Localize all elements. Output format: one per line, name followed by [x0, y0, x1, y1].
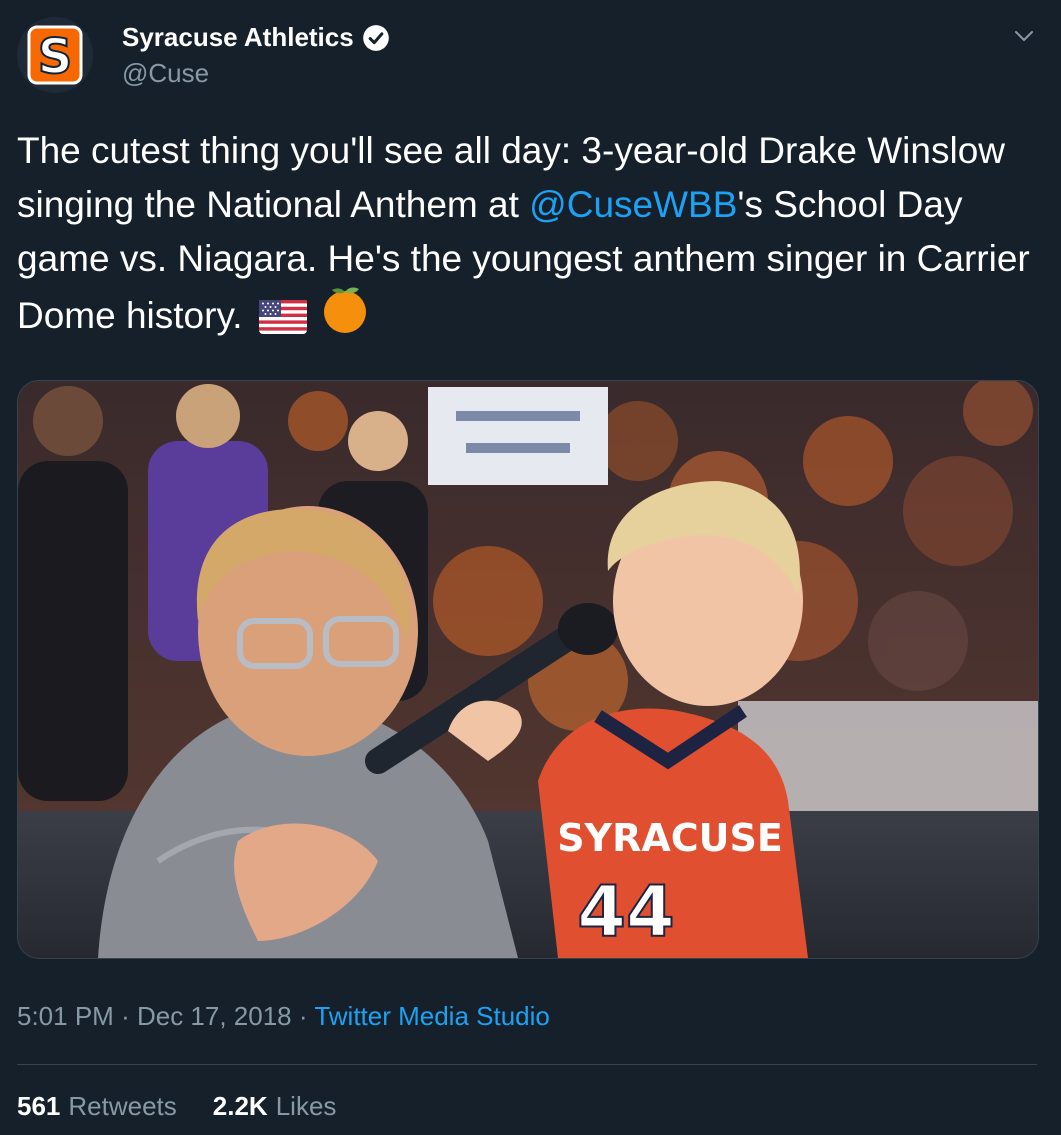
- chevron-down-icon[interactable]: [1012, 24, 1036, 48]
- divider: [17, 1064, 1037, 1065]
- video-thumbnail: SYRACUSE 44: [18, 381, 1038, 958]
- tweet-time[interactable]: 5:01 PM: [17, 1001, 114, 1031]
- likes-count: 2.2K: [212, 1091, 268, 1121]
- tweet-date[interactable]: Dec 17, 2018: [137, 1001, 292, 1031]
- us-flag-emoji-icon: [258, 300, 307, 334]
- retweets-label: Retweets: [68, 1091, 177, 1121]
- likes-label: Likes: [275, 1091, 337, 1121]
- syracuse-logo-icon: S: [17, 17, 93, 93]
- author-name-row: Syracuse Athletics: [122, 22, 390, 53]
- author-handle[interactable]: @Cuse: [122, 58, 209, 89]
- tweet-stats: 561 Retweets 2.2K Likes: [17, 1091, 336, 1122]
- tweet-meta: 5:01 PM · Dec 17, 2018 · Twitter Media S…: [17, 1001, 550, 1032]
- svg-text:S: S: [38, 29, 73, 85]
- retweets-count: 561: [17, 1091, 61, 1121]
- author-name[interactable]: Syracuse Athletics: [122, 22, 354, 53]
- avatar[interactable]: S: [17, 17, 93, 93]
- verified-badge-icon: [362, 24, 389, 51]
- tweet-card: S Syracuse Athletics @Cuse The cutest th…: [0, 0, 1061, 1135]
- jersey-number: 44: [577, 871, 674, 953]
- tweet-source-link[interactable]: Twitter Media Studio: [314, 1001, 550, 1031]
- tweet-text: The cutest thing you'll see all day: 3-y…: [17, 124, 1047, 343]
- meta-separator: ·: [121, 1001, 130, 1031]
- likes-stat[interactable]: 2.2K Likes: [213, 1091, 337, 1122]
- jersey-text: SYRACUSE: [557, 816, 783, 860]
- meta-separator: ·: [298, 1001, 308, 1031]
- orange-emoji-icon: [324, 287, 367, 333]
- mention-link[interactable]: @CuseWBB: [529, 184, 737, 225]
- retweets-stat[interactable]: 561 Retweets: [17, 1091, 177, 1122]
- tweet-media-video[interactable]: SYRACUSE 44: [17, 380, 1039, 959]
